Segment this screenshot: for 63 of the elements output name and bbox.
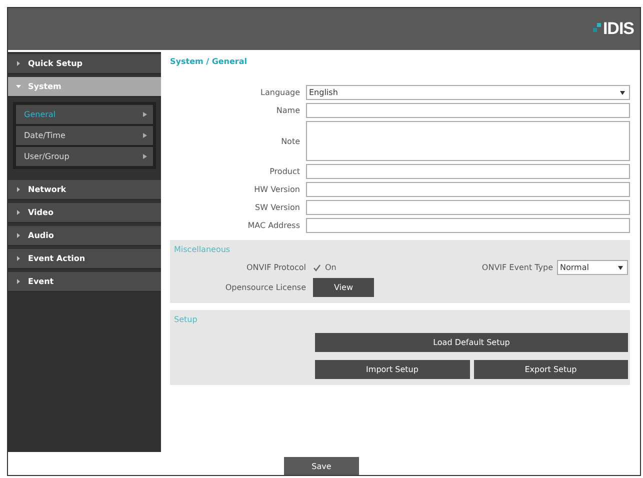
dropdown-arrow-icon bbox=[618, 266, 623, 270]
expand-arrow-icon bbox=[16, 210, 21, 215]
dropdown-arrow-icon bbox=[620, 90, 625, 94]
expand-arrow-icon bbox=[16, 233, 21, 238]
chevron-right-icon bbox=[143, 133, 147, 138]
section-title: Setup bbox=[174, 315, 198, 326]
save-button[interactable]: Save bbox=[284, 457, 359, 475]
menu-item[interactable]: Event Action bbox=[8, 249, 161, 269]
field-label: Name bbox=[275, 106, 300, 115]
input-field[interactable] bbox=[306, 182, 630, 197]
field-label: SW Version bbox=[254, 203, 300, 212]
menu-item[interactable]: Network bbox=[8, 180, 161, 200]
submenu-item[interactable]: General bbox=[16, 105, 153, 124]
field-label: MAC Address bbox=[246, 221, 300, 230]
select-value: Normal bbox=[560, 263, 589, 272]
event-type-select[interactable]: Normal bbox=[557, 260, 628, 275]
submenu-label: User/Group bbox=[24, 152, 70, 161]
input-field[interactable] bbox=[306, 200, 630, 215]
breadcrumb: System / General bbox=[170, 57, 248, 68]
expand-arrow-icon bbox=[16, 61, 21, 66]
submenu-item[interactable]: Date/Time bbox=[16, 126, 153, 145]
menu-label: Event bbox=[28, 277, 54, 286]
submenu-label: General bbox=[24, 110, 56, 119]
chevron-right-icon bbox=[143, 154, 147, 159]
expand-arrow-icon bbox=[16, 187, 21, 192]
menu-label: Quick Setup bbox=[28, 59, 83, 68]
field-label: Product bbox=[268, 167, 300, 176]
submenu-label: Date/Time bbox=[24, 131, 66, 140]
expand-arrow-icon bbox=[16, 279, 21, 284]
chevron-right-icon bbox=[143, 112, 147, 117]
input-field[interactable] bbox=[306, 103, 630, 118]
menu-item[interactable]: Video bbox=[8, 203, 161, 223]
menu-label: Video bbox=[28, 208, 54, 217]
menu-label: Audio bbox=[28, 231, 54, 240]
submenu-item[interactable]: User/Group bbox=[16, 147, 153, 166]
field-label: ONVIF Protocol bbox=[246, 263, 306, 272]
expand-arrow-icon bbox=[16, 256, 21, 261]
menu-label: Event Action bbox=[28, 254, 86, 263]
section-title: Miscellaneous bbox=[174, 245, 232, 256]
input-field[interactable] bbox=[306, 218, 630, 233]
collapse-arrow-icon bbox=[16, 84, 21, 89]
logo-mark-icon bbox=[592, 23, 602, 35]
note-field[interactable] bbox=[306, 121, 630, 161]
menu-label: Network bbox=[28, 185, 66, 194]
language-select[interactable]: English bbox=[306, 85, 630, 100]
field-label: Note bbox=[280, 136, 300, 146]
field-label: Language bbox=[260, 88, 300, 97]
menu-item[interactable]: Event bbox=[8, 272, 161, 292]
setup-button[interactable]: Import Setup bbox=[315, 360, 470, 379]
checkbox-label: On bbox=[325, 263, 336, 272]
field-label: ONVIF Event Type bbox=[480, 263, 553, 272]
setup-button[interactable]: Load Default Setup bbox=[315, 333, 628, 352]
setup-button[interactable]: Export Setup bbox=[474, 360, 628, 379]
view-button[interactable]: View bbox=[313, 278, 374, 297]
input-field[interactable] bbox=[306, 164, 630, 179]
field-label: Opensource License bbox=[224, 283, 306, 292]
field-label: HW Version bbox=[253, 185, 300, 194]
menu-item[interactable]: Quick Setup bbox=[8, 54, 161, 74]
checkbox[interactable] bbox=[313, 264, 321, 272]
logo: IDIS bbox=[602, 19, 634, 39]
menu-label: System bbox=[28, 82, 62, 91]
select-value: English bbox=[309, 88, 338, 97]
menu-item[interactable]: Audio bbox=[8, 226, 161, 246]
